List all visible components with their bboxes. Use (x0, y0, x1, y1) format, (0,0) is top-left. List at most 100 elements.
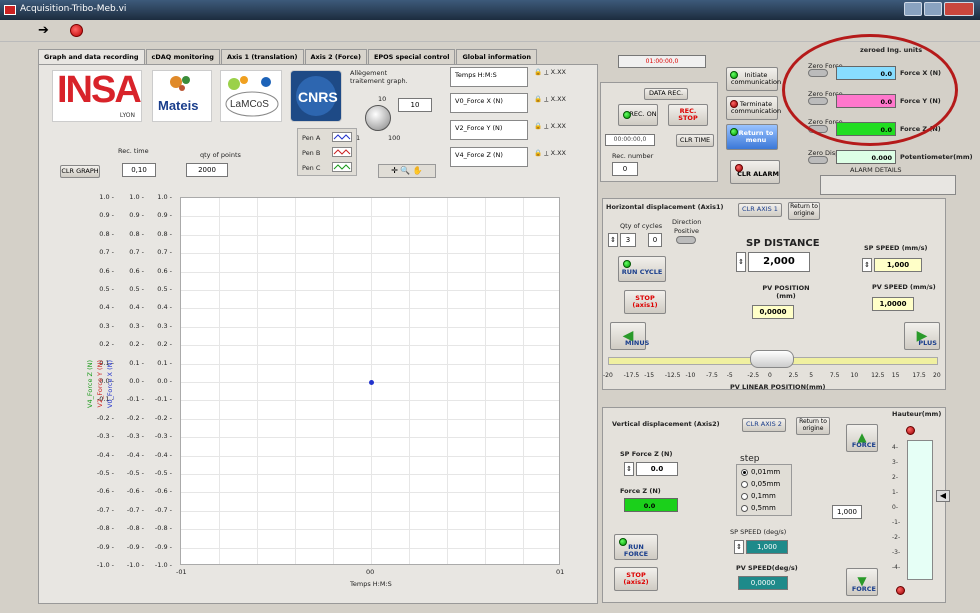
data-rec-title: DATA REC. (644, 88, 688, 100)
y-tick-label: -0.2 - (126, 413, 144, 422)
linear-scale-tick: 0 (768, 372, 772, 379)
step-radio[interactable] (741, 480, 748, 488)
y-tick-label: 0.7 - (99, 248, 114, 257)
qty-cycles-field-2: 0 (648, 233, 662, 247)
tab-global[interactable]: Global information (456, 49, 537, 64)
stop-axis2-button[interactable]: STOP (axis2) (614, 567, 658, 591)
qty-points-field[interactable]: 2000 (186, 163, 228, 177)
y-tick-label: -0.8 - (154, 524, 172, 533)
graph-plot-area[interactable] (180, 197, 560, 565)
sp-distance-label: SP DISTANCE (746, 238, 820, 249)
stop-axis1-button[interactable]: STOP (axis1) (624, 290, 666, 314)
pen-b-label: Pen B (302, 149, 321, 157)
qty-cycles-stepper[interactable]: ⇕ (608, 233, 618, 247)
clr-axis1-button[interactable]: CLR AXIS 1 (738, 203, 782, 217)
run-arrow-icon[interactable]: ➔ (38, 23, 49, 38)
rec-on-button[interactable]: REC. ON (618, 104, 658, 126)
sp-speed-label: SP SPEED (mm/s) (864, 244, 928, 252)
sp-force-stepper[interactable]: ⇕ (624, 462, 634, 476)
qty-cycles-field[interactable]: 3 (620, 233, 636, 247)
y-tick-label: 1.0 - (129, 193, 144, 201)
minimize-button[interactable] (904, 2, 922, 16)
channel-fmt-2[interactable]: 🔒 ⟂ X.XX (534, 122, 566, 131)
tab-cdaq[interactable]: cDAQ monitoring (145, 49, 220, 64)
pen-b-swatch[interactable] (332, 147, 352, 157)
tab-epos[interactable]: EPOS special control (367, 49, 456, 64)
channel-force-z: V4_Force Z (N) (450, 147, 528, 167)
channel-fmt-3[interactable]: 🔒 ⟂ X.XX (534, 149, 566, 158)
step-radio[interactable] (741, 492, 748, 500)
channel-fmt-0[interactable]: 🔒 ⟂ X.XX (534, 68, 566, 77)
run-cycle-button[interactable]: RUN CYCLE (618, 256, 666, 282)
step-radio[interactable] (741, 504, 748, 512)
minus-button[interactable]: ◀ MINUS (610, 322, 649, 350)
app-icon (4, 5, 16, 15)
y-tick-label: -0.3 - (96, 432, 114, 441)
linear-position-knob[interactable] (750, 350, 794, 368)
insa-logo: INSA LYON (52, 69, 142, 122)
direction-value: Positive (674, 227, 700, 235)
tab-graph[interactable]: Graph and data recording (38, 49, 145, 65)
grid-hline (181, 290, 559, 291)
y-tick-label: 0.0 - (157, 377, 172, 385)
force-z-label: Force Z (N) (620, 487, 661, 495)
tab-axis2[interactable]: Axis 2 (Force) (304, 49, 367, 64)
clr-axis2-button[interactable]: CLR AXIS 2 (742, 418, 786, 432)
channel-fmt-1[interactable]: 🔒 ⟂ X.XX (534, 95, 566, 104)
axis2-title: Vertical displacement (Axis2) (612, 420, 720, 428)
rec-time-field[interactable]: 0,10 (122, 163, 156, 177)
sp-speed-field[interactable]: 1,000 (874, 258, 922, 272)
clr-time-button[interactable]: CLR TIME (676, 134, 714, 147)
force-down-button[interactable]: ▼ FORCE (846, 568, 878, 596)
clr-graph-button[interactable]: CLR GRAPH (60, 165, 100, 178)
sp-speed-deg-field[interactable]: 1,000 (746, 540, 788, 554)
axis2-return-origin-button[interactable]: Return to origine (796, 417, 830, 435)
terminate-comm-button[interactable]: Terminate communication (726, 96, 781, 120)
return-menu-button[interactable]: Return to menu (726, 124, 778, 150)
run-force-button[interactable]: RUN FORCE (614, 534, 658, 560)
sp-distance-field[interactable]: 2,000 (748, 252, 810, 272)
sp-force-field[interactable]: 0.0 (636, 462, 678, 476)
close-button[interactable] (944, 2, 974, 16)
allegement-knob[interactable] (365, 105, 391, 131)
step-option[interactable]: 0,1mm (741, 492, 776, 500)
linear-scale-tick: -17.5 (623, 372, 640, 379)
channel-time: Temps H:M:S (450, 67, 528, 87)
direction-toggle[interactable] (676, 236, 696, 244)
axis1-return-origin-button[interactable]: Return to origine (788, 202, 820, 220)
clr-alarm-button[interactable]: CLR ALARM (730, 160, 780, 184)
maximize-button[interactable] (924, 2, 942, 16)
y-tick-label: -0.9 - (154, 542, 172, 551)
tab-axis1[interactable]: Axis 1 (translation) (220, 49, 304, 64)
step-option[interactable]: 0,5mm (741, 504, 776, 512)
rec-stop-button[interactable]: REC. STOP (668, 104, 708, 126)
plus-button[interactable]: ▶ PLUS (904, 322, 940, 350)
abort-stop-icon[interactable] (70, 24, 83, 37)
sp-speed-stepper[interactable]: ⇕ (862, 258, 872, 272)
force-up-button[interactable]: ▲ FORCE (846, 424, 878, 452)
hauteur-pointer-icon[interactable]: ◀ (936, 490, 950, 502)
knob-value-field[interactable]: 10 (398, 98, 432, 112)
zero-displ-toggle[interactable] (808, 156, 828, 164)
graph-palette-tools[interactable]: ✛ 🔍 ✋ (378, 164, 436, 178)
sp-distance-stepper[interactable]: ⇕ (736, 252, 746, 272)
pv-position-value: 0,0000 (752, 305, 794, 319)
sp-speed-deg-stepper[interactable]: ⇕ (734, 540, 744, 554)
pen-a-swatch[interactable] (332, 132, 352, 142)
channel-force-y: V2_Force Y (N) (450, 120, 528, 140)
hauteur-tick: 4- (892, 444, 898, 451)
step-option[interactable]: 0,01mm (741, 468, 780, 476)
run-force-led (619, 538, 627, 546)
svg-text:Mateis: Mateis (158, 98, 198, 113)
sp-force-label: SP Force Z (N) (620, 450, 673, 458)
cnrs-logo-graphic: CNRS (296, 76, 338, 116)
step-option[interactable]: 0,05mm (741, 480, 780, 488)
y-tick-label: 0.2 - (129, 340, 144, 349)
initiate-comm-button[interactable]: Initiate communication (726, 67, 781, 91)
y-tick-label: 0.5 - (99, 285, 114, 293)
hauteur-tick: -2- (892, 534, 901, 541)
grid-hline (181, 308, 559, 310)
step-radio[interactable] (741, 468, 748, 476)
pen-c-swatch[interactable] (332, 162, 352, 172)
hauteur-tick: -1- (892, 519, 901, 526)
